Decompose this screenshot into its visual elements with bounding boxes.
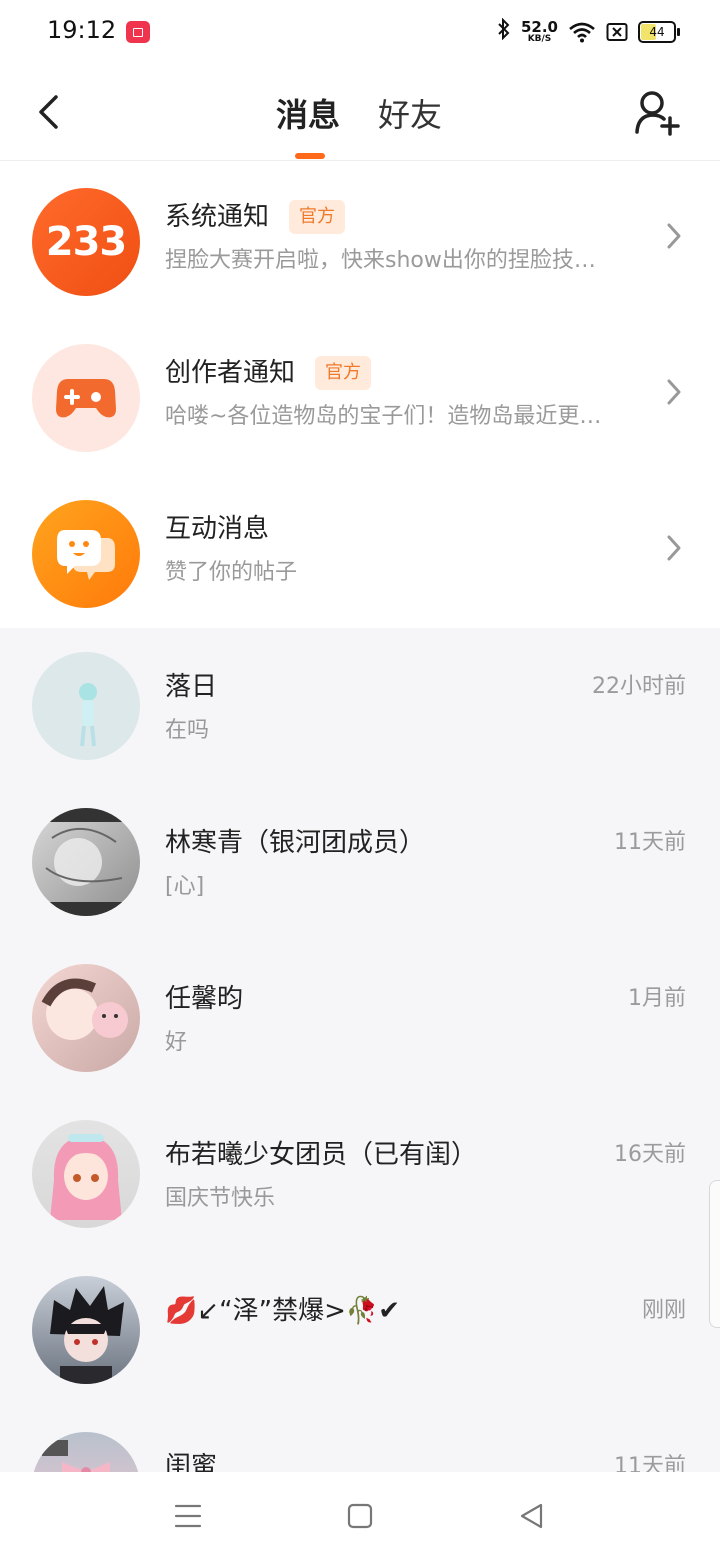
anime-pink-hair-avatar-icon (50, 1134, 122, 1220)
chat-name: 闺蜜 (165, 1452, 218, 1472)
status-bar: 19:12 52.0 KB/S 44 (0, 0, 720, 64)
chat-row[interactable]: 落日 在吗 22小时前 (0, 628, 720, 784)
system-notice-avatar: 233 (32, 188, 140, 296)
photo-avatar-icon (41, 978, 128, 1040)
avatar (32, 1432, 140, 1472)
back-arrow-icon (39, 95, 58, 129)
avatar-text: 233 (45, 219, 127, 265)
gamepad-icon (56, 379, 116, 418)
tab-friends[interactable]: 好友 (378, 90, 442, 136)
bluetooth-icon (497, 17, 511, 46)
tab-messages[interactable]: 消息 (276, 90, 340, 136)
chevron-right-icon (667, 535, 681, 561)
screen-record-icon (126, 21, 150, 43)
chat-preview: [心] (165, 874, 205, 899)
chat-row[interactable]: 闺蜜 11天前 (0, 1408, 720, 1472)
status-icons: 52.0 KB/S 44 (497, 16, 680, 48)
home-square-icon (347, 1503, 373, 1529)
wifi-icon (568, 21, 596, 43)
avatar (32, 652, 140, 760)
row-title-text: 系统通知 (165, 202, 270, 232)
chat-row[interactable]: 布若曦少女团员（已有闺） 国庆节快乐 16天前 (0, 1096, 720, 1252)
chat-list[interactable]: 落日 在吗 22小时前 林寒青（银河团成员） [心] 11天前 任馨昀 好 1月… (0, 628, 720, 1472)
chat-name: 林寒青（银河团成员） (165, 828, 426, 858)
chat-row[interactable]: 任馨昀 好 1月前 (0, 940, 720, 1096)
nav-back-button[interactable] (512, 1500, 552, 1532)
official-badge: 官方 (289, 200, 346, 234)
back-button[interactable] (28, 88, 68, 136)
anime-bow-avatar-icon (42, 1440, 110, 1472)
chat-time: 22小时前 (592, 674, 686, 699)
menu-button[interactable] (168, 1500, 208, 1532)
chevron-right-icon (667, 379, 681, 405)
avatar (32, 808, 140, 916)
scroll-thumb[interactable] (709, 1180, 720, 1328)
chat-preview: 好 (165, 1030, 188, 1055)
tab-active-indicator (295, 153, 325, 159)
avatar (32, 1276, 140, 1384)
character-avatar-icon (79, 683, 97, 747)
network-speed: 52.0 KB/S (521, 20, 558, 44)
no-sim-icon (606, 22, 628, 42)
chat-preview: 在吗 (165, 718, 210, 743)
add-friend-icon (635, 91, 680, 136)
chevron-right-icon (667, 223, 681, 249)
chat-row[interactable]: 林寒青（银河团成员） [心] 11天前 (0, 784, 720, 940)
anime-sketch-avatar-icon (32, 808, 140, 916)
status-time: 19:12 (47, 16, 117, 44)
chat-time: 11天前 (614, 830, 686, 855)
interaction-messages-row[interactable]: 互动消息 赞了你的帖子 (0, 472, 720, 628)
row-preview: 捏脸大赛开启啦，快来show出你的捏脸技… (165, 248, 596, 273)
official-badge: 官方 (315, 356, 372, 390)
row-title: 互动消息 (165, 514, 270, 544)
row-title: 系统通知 官方 (165, 196, 346, 234)
chat-name: 💋↙“泽”禁爆>🥀✔ (165, 1296, 401, 1326)
home-button[interactable] (340, 1500, 380, 1532)
avatar (32, 1120, 140, 1228)
chat-time: 11天前 (614, 1454, 686, 1472)
interaction-avatar (32, 500, 140, 608)
net-speed-value: 52.0 (520, 18, 558, 36)
row-preview: 赞了你的帖子 (165, 560, 298, 585)
chat-row[interactable]: 💋↙“泽”禁爆>🥀✔ 刚刚 (0, 1252, 720, 1408)
chat-time: 1月前 (628, 986, 686, 1011)
chat-bubble-icon (57, 530, 115, 580)
avatar (32, 964, 140, 1072)
net-speed-unit: KB/S (527, 34, 552, 44)
chat-name: 落日 (165, 672, 218, 702)
add-friend-button[interactable] (632, 88, 682, 138)
chat-preview: 国庆节快乐 (165, 1186, 276, 1211)
menu-icon (174, 1504, 202, 1528)
chat-time: 16天前 (614, 1142, 686, 1167)
anime-black-hair-avatar-icon (50, 1286, 124, 1384)
back-triangle-icon (520, 1503, 543, 1529)
app-header: 消息 好友 (0, 64, 720, 161)
battery-level: 44 (649, 25, 665, 39)
row-title-text: 创作者通知 (165, 358, 296, 388)
row-title: 创作者通知 官方 (165, 352, 372, 390)
creator-notice-row[interactable]: 创作者通知 官方 哈喽~各位造物岛的宝子们！造物岛最近更… (0, 316, 720, 472)
battery-icon: 44 (638, 21, 680, 43)
chat-name: 任馨昀 (165, 984, 244, 1014)
system-notice-row[interactable]: 233 系统通知 官方 捏脸大赛开启啦，快来show出你的捏脸技… (0, 160, 720, 316)
chat-time: 刚刚 (641, 1298, 686, 1323)
creator-notice-avatar (32, 344, 140, 452)
row-preview: 哈喽~各位造物岛的宝子们！造物岛最近更… (165, 404, 602, 429)
system-nav-bar (0, 1472, 720, 1560)
chat-name: 布若曦少女团员（已有闺） (165, 1140, 478, 1170)
